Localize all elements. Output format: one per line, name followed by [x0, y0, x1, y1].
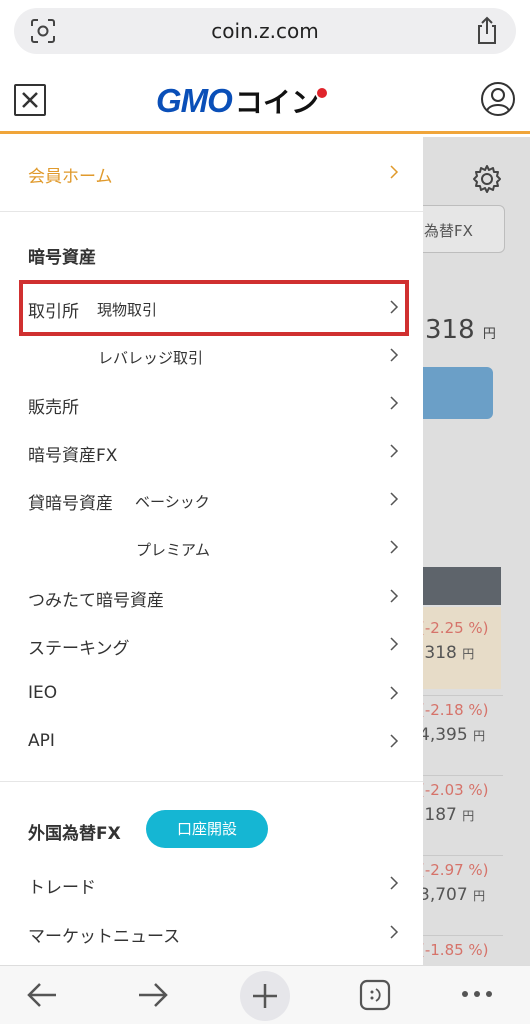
- menu-item-market-news[interactable]: マーケットニュース: [0, 909, 423, 957]
- menu-item-sales[interactable]: 販売所: [0, 380, 423, 428]
- menu-subitem-label: ベーシック: [135, 493, 210, 511]
- menu-item-label: つみたて暗号資産: [28, 591, 164, 611]
- background-divider: [423, 855, 503, 856]
- menu-item-label: 暗号資産FX: [28, 446, 118, 466]
- tabs-overview-icon[interactable]: [358, 978, 392, 1012]
- close-menu-button[interactable]: [14, 84, 46, 116]
- new-tab-button[interactable]: [240, 971, 290, 1021]
- forward-arrow-icon[interactable]: [137, 980, 169, 1010]
- section-heading-fx: 外国為替FX: [28, 824, 121, 844]
- background-divider: [423, 775, 503, 776]
- chevron-right-icon: [390, 348, 399, 362]
- menu-item-crypto-fx[interactable]: 暗号資産FX: [0, 428, 423, 476]
- menu-item-staking[interactable]: ステーキング: [0, 621, 423, 669]
- menu-item-label: 貸暗号資産: [28, 494, 113, 514]
- gmo-coin-logo[interactable]: GMO コイン: [156, 82, 327, 119]
- menu-item-exchange-leverage[interactable]: レバレッジ取引: [0, 332, 423, 380]
- background-table-header: [423, 567, 501, 605]
- menu-item-member-home[interactable]: 会員ホーム: [0, 149, 423, 197]
- menu-item-label: IEO: [28, 683, 58, 703]
- menu-item-lending-basic[interactable]: 貸暗号資産 ベーシック: [0, 476, 423, 524]
- share-icon[interactable]: [474, 16, 500, 46]
- more-options-icon[interactable]: [460, 986, 494, 1002]
- logo-red-dot: [316, 88, 327, 98]
- menu-subitem-label: 現物取引: [97, 301, 158, 319]
- menu-item-label: ステーキング: [28, 639, 130, 659]
- background-row: (-1.85 %): [423, 941, 489, 959]
- chevron-right-icon: [390, 396, 399, 410]
- menu-item-tsumitate[interactable]: つみたて暗号資産: [0, 573, 423, 621]
- menu-item-label: 取引所: [28, 302, 79, 322]
- url-text[interactable]: coin.z.com: [14, 19, 516, 43]
- divider: [0, 781, 423, 782]
- navigation-drawer: 会員ホーム 暗号資産 取引所 現物取引 レバレッジ取引 販売所 暗号資産FX 貸…: [0, 137, 423, 965]
- logo-gmo-text: GMO: [156, 82, 233, 119]
- chevron-right-icon: [390, 876, 399, 890]
- menu-item-label: 販売所: [28, 398, 79, 418]
- background-row: (-2.03 %) ,187 円: [423, 781, 489, 825]
- chevron-right-icon: [390, 589, 399, 603]
- background-fx-tab: 為替FX: [423, 205, 505, 253]
- plus-icon: [253, 984, 277, 1008]
- chevron-right-icon: [390, 492, 399, 506]
- chevron-right-icon: [390, 637, 399, 651]
- menu-item-exchange-spot[interactable]: 取引所 現物取引: [0, 284, 423, 332]
- chevron-right-icon: [390, 925, 399, 939]
- divider: [0, 211, 423, 212]
- menu-subitem-label: レバレッジ取引: [98, 349, 204, 367]
- address-bar[interactable]: coin.z.com: [14, 8, 516, 54]
- chevron-right-icon: [390, 444, 399, 458]
- section-heading-crypto: 暗号資産: [28, 248, 96, 268]
- menu-item-label: 会員ホーム: [28, 167, 113, 187]
- menu-item-api[interactable]: API: [0, 718, 423, 766]
- logo-coin-text: コイン: [234, 86, 319, 119]
- user-account-icon[interactable]: [480, 81, 516, 117]
- chevron-right-icon: [390, 540, 399, 554]
- menu-item-trade[interactable]: トレード: [0, 860, 423, 908]
- background-page-overlay: 為替FX 318 円 (-2.25 %) ,318 円 (-2.18 %) 4,…: [423, 137, 530, 965]
- site-header: GMO コイン: [0, 66, 530, 134]
- chevron-right-icon: [390, 686, 399, 700]
- browser-toolbar: [0, 965, 530, 1024]
- back-arrow-icon[interactable]: [26, 980, 58, 1010]
- background-divider: [423, 695, 503, 696]
- menu-item-label: API: [28, 731, 55, 751]
- gear-icon: [473, 165, 501, 193]
- background-divider: [423, 935, 503, 936]
- menu-item-ieo[interactable]: IEO: [0, 670, 423, 718]
- background-row: (-2.97 %) 3,707 円: [423, 861, 489, 905]
- background-price: 318 円: [425, 315, 496, 345]
- menu-item-lending-premium[interactable]: プレミアム: [0, 524, 423, 572]
- background-row: (-2.25 %) ,318 円: [423, 619, 489, 663]
- chevron-right-icon: [390, 165, 399, 179]
- menu-item-label: マーケットニュース: [28, 927, 181, 947]
- chevron-right-icon: [390, 300, 399, 314]
- background-blue-button: [423, 367, 493, 419]
- open-account-button[interactable]: 口座開設: [146, 810, 268, 848]
- browser-address-area: coin.z.com: [0, 0, 530, 66]
- background-row: (-2.18 %) 4,395 円: [423, 701, 489, 745]
- menu-item-label: トレード: [28, 878, 96, 898]
- close-icon: [22, 92, 38, 108]
- menu-subitem-label: プレミアム: [136, 541, 210, 559]
- chevron-right-icon: [390, 734, 399, 748]
